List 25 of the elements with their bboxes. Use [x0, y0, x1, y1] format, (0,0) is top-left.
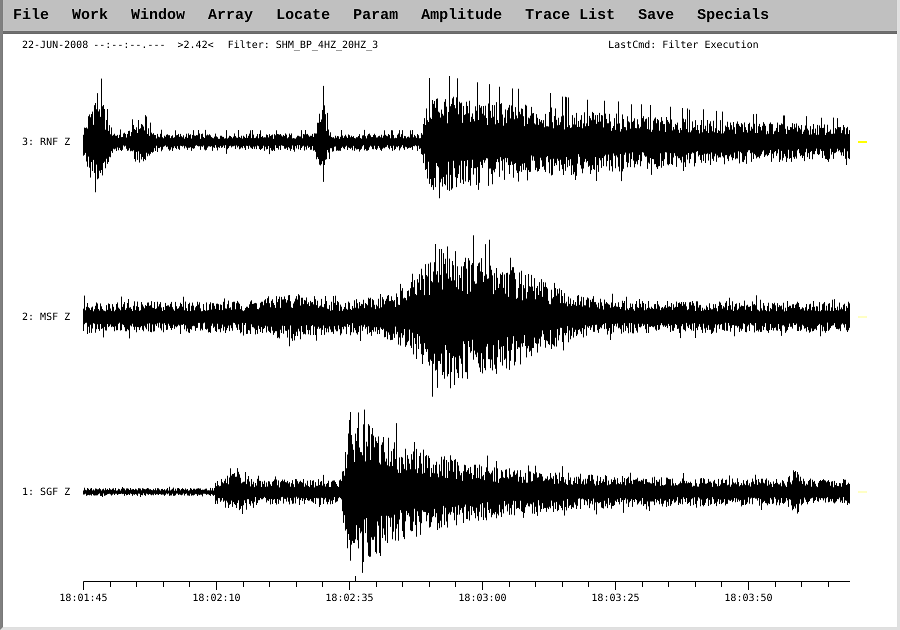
trace-label: 2: MSF Z	[21, 312, 72, 322]
axis-label: 18:02:10	[191, 593, 242, 604]
axis-label: 18:03:00	[457, 593, 508, 604]
menu-item[interactable]: Specials	[697, 7, 770, 24]
menu-item[interactable]: Amplitude	[421, 7, 502, 24]
menu-item[interactable]: Save	[638, 7, 674, 24]
menu-item[interactable]: Trace List	[525, 7, 616, 24]
axis-label: 18:03:50	[723, 593, 774, 604]
axis-label: 18:02:35	[324, 593, 375, 604]
filter-text: Filter: SHM_BP_4HZ_20HZ_3	[228, 40, 378, 50]
axis-label: 18:03:25	[590, 593, 641, 604]
scale-text: >2.42<	[177, 40, 214, 50]
axis-label: 18:01:45	[58, 593, 109, 604]
menu-item[interactable]: File	[13, 7, 50, 24]
trace-label: 1: SGF Z	[21, 486, 72, 498]
menu-item[interactable]: Window	[131, 7, 186, 24]
pick-marker	[355, 576, 356, 582]
time-text: --:--:--.---	[93, 40, 166, 50]
menu-item[interactable]: Work	[72, 7, 108, 24]
menu-item[interactable]: Param	[353, 7, 398, 24]
last-command-text: LastCmd: Filter Execution	[608, 40, 759, 50]
date-text: 22-JUN-2008	[22, 40, 88, 50]
menu-item[interactable]: Locate	[276, 7, 330, 24]
menu-item[interactable]: Array	[208, 7, 254, 24]
trace-label: 3: RNF Z	[21, 136, 72, 148]
